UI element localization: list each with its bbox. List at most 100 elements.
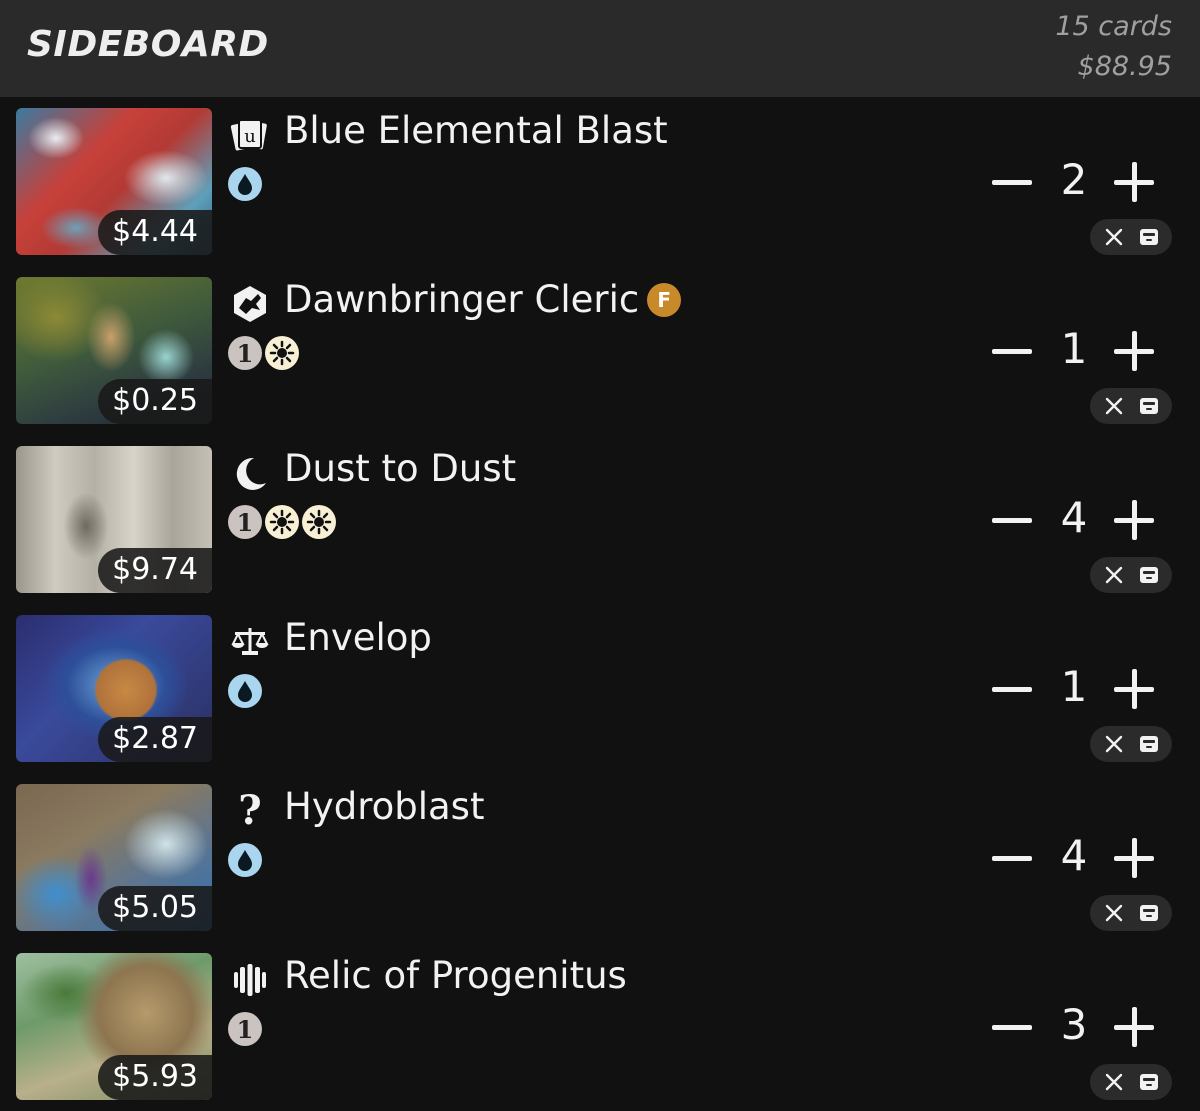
increment-button[interactable] (1114, 1006, 1158, 1050)
price-tag: $0.25 (98, 379, 212, 424)
foil-badge: F (647, 282, 682, 317)
row-actions (1090, 388, 1172, 424)
card-name[interactable]: Relic of Progenitus (284, 954, 627, 997)
move-to-maybeboard-button[interactable] (1136, 224, 1162, 250)
increment-button[interactable] (1114, 499, 1158, 543)
card-name[interactable]: Envelop (284, 616, 432, 659)
price-tag: $9.74 (98, 548, 212, 593)
card-row[interactable]: $9.74 Dust to Dust 1 4 (0, 435, 1200, 604)
white-mana-icon (265, 505, 299, 539)
row-actions (1090, 726, 1172, 762)
scales-icon (228, 620, 272, 664)
move-to-maybeboard-button[interactable] (1136, 900, 1162, 926)
quantity-stepper: 1 (992, 322, 1162, 382)
price-tag: $4.44 (98, 210, 212, 255)
quantity-value: 1 (1060, 324, 1088, 373)
close-icon (1105, 735, 1122, 753)
card-name-text: Dust to Dust (284, 447, 517, 490)
card-art[interactable]: $2.87 (16, 615, 212, 762)
inbox-icon (1139, 229, 1158, 245)
card-name[interactable]: Hydroblast (284, 785, 484, 828)
quantity-stepper: 2 (992, 153, 1162, 213)
card-art[interactable]: $5.05 (16, 784, 212, 931)
quantity-stepper: 3 (992, 998, 1162, 1058)
card-art[interactable]: $4.44 (16, 108, 212, 255)
quantity-value: 3 (1060, 1000, 1088, 1049)
mana-cost: 1 (228, 1012, 262, 1046)
increment-button[interactable] (1114, 330, 1158, 374)
card-art[interactable]: $9.74 (16, 446, 212, 593)
card-row[interactable]: $5.93 Relic of Progenitus 1 3 (0, 942, 1200, 1111)
remove-button[interactable] (1101, 731, 1127, 757)
decrement-button[interactable] (992, 153, 1036, 213)
row-actions (1090, 1064, 1172, 1100)
mana-cost: 1 (228, 336, 299, 370)
card-name[interactable]: Dawnbringer Cleric F (284, 278, 682, 321)
quantity-stepper: 4 (992, 491, 1162, 551)
increment-button[interactable] (1114, 161, 1158, 205)
card-name-text: Relic of Progenitus (284, 954, 627, 997)
row-actions (1090, 895, 1172, 931)
row-actions (1090, 219, 1172, 255)
quantity-value: 4 (1060, 831, 1088, 880)
generic-mana-icon: 1 (228, 336, 262, 370)
generic-mana-icon: 1 (228, 505, 262, 539)
blue-mana-icon (228, 674, 262, 708)
mana-cost (228, 674, 262, 708)
generic-mana-icon: 1 (228, 1012, 262, 1046)
moon-icon (228, 451, 272, 495)
decrement-button[interactable] (992, 322, 1036, 382)
card-name[interactable]: Dust to Dust (284, 447, 516, 490)
decrement-button[interactable] (992, 998, 1036, 1058)
close-icon (1105, 397, 1122, 415)
card-name-text: Hydroblast (284, 785, 485, 828)
move-to-maybeboard-button[interactable] (1136, 731, 1162, 757)
decrement-button[interactable] (992, 660, 1036, 720)
decrement-button[interactable] (992, 491, 1036, 551)
inbox-icon (1139, 398, 1158, 414)
white-mana-icon (265, 336, 299, 370)
card-art[interactable]: $0.25 (16, 277, 212, 424)
quantity-value: 2 (1060, 155, 1088, 204)
card-name[interactable]: Blue Elemental Blast (284, 109, 668, 152)
row-actions (1090, 557, 1172, 593)
remove-button[interactable] (1101, 224, 1127, 250)
sideboard-header: SIDEBOARD 15 cards $88.95 (0, 0, 1200, 97)
card-count: 15 cards (1055, 11, 1172, 42)
mana-cost (228, 843, 262, 877)
increment-button[interactable] (1114, 668, 1158, 712)
close-icon (1105, 566, 1122, 584)
quantity-stepper: 1 (992, 660, 1162, 720)
inbox-icon (1139, 1074, 1158, 1090)
remove-button[interactable] (1101, 900, 1127, 926)
inbox-icon (1139, 567, 1158, 583)
quantity-stepper: 4 (992, 829, 1162, 889)
decrement-button[interactable] (992, 829, 1036, 889)
blue-mana-icon (228, 167, 262, 201)
increment-button[interactable] (1114, 837, 1158, 881)
creature-icon (228, 282, 272, 326)
section-title: SIDEBOARD (27, 24, 269, 65)
close-icon (1105, 228, 1122, 246)
card-row[interactable]: $5.05 ? Hydroblast 4 (0, 773, 1200, 942)
remove-button[interactable] (1101, 1069, 1127, 1095)
inbox-icon (1139, 736, 1158, 752)
move-to-maybeboard-button[interactable] (1136, 562, 1162, 588)
quantity-value: 4 (1060, 493, 1088, 542)
question-icon: ? (238, 787, 262, 834)
card-row[interactable]: $0.25 Dawnbringer Cleric F 1 1 (0, 266, 1200, 435)
card-art[interactable]: $5.93 (16, 953, 212, 1100)
blue-mana-icon (228, 843, 262, 877)
remove-button[interactable] (1101, 393, 1127, 419)
remove-button[interactable] (1101, 562, 1127, 588)
card-row[interactable]: $4.44 u Blue Elemental Blast 2 (0, 97, 1200, 266)
move-to-maybeboard-button[interactable] (1136, 1069, 1162, 1095)
mana-cost (228, 167, 262, 201)
quantity-value: 1 (1060, 662, 1088, 711)
close-icon (1105, 904, 1122, 922)
move-to-maybeboard-button[interactable] (1136, 393, 1162, 419)
instant-card-icon: u (228, 113, 272, 157)
inbox-icon (1139, 905, 1158, 921)
card-row[interactable]: $2.87 Envelop 1 (0, 604, 1200, 773)
card-name-text: Blue Elemental Blast (284, 109, 668, 152)
